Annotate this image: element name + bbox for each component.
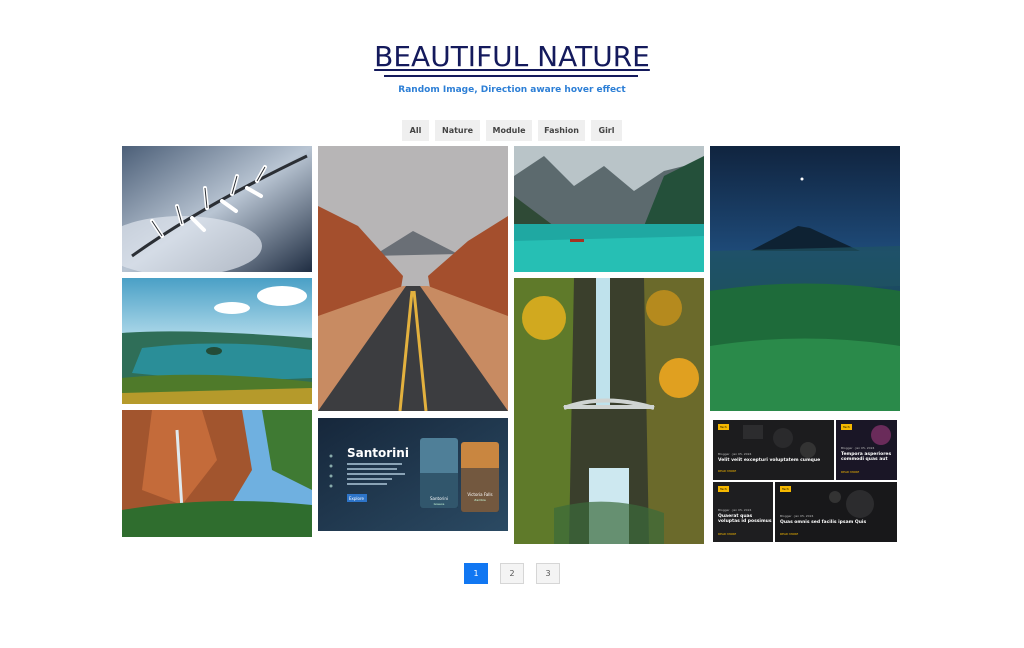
filter-nature-button[interactable]: Nature bbox=[435, 120, 480, 141]
blog-card-3[interactable]: Tech Blogger · Jan 05, 2024 Quaerat quas… bbox=[713, 482, 773, 542]
gallery-image-canyon-waterfall[interactable] bbox=[122, 410, 312, 537]
filter-fashion-button[interactable]: Fashion bbox=[538, 120, 585, 141]
blog-card-2-link[interactable]: READ MORE bbox=[841, 470, 859, 474]
page-title: BEAUTIFUL NATURE bbox=[374, 40, 650, 73]
santorini-card-a-title: Santorini bbox=[430, 496, 448, 501]
blog-card-2-tag: Tech bbox=[841, 424, 852, 430]
blog-card-1-title: Velit velit excepturi voluptatem cumque bbox=[718, 458, 821, 463]
gallery-image-desert-road[interactable] bbox=[318, 146, 508, 411]
page-3-button[interactable]: 3 bbox=[536, 563, 560, 584]
gallery-image-waterfall-bridge[interactable] bbox=[514, 278, 704, 544]
blog-card-4-tag: Tech bbox=[780, 486, 791, 492]
page-1-button[interactable]: 1 bbox=[464, 563, 488, 584]
blog-card-4-link[interactable]: READ MORE bbox=[780, 532, 798, 536]
blog-card-1-tag: Tech bbox=[718, 424, 729, 430]
blog-card-2-meta: Blogger · Jan 05, 2024 bbox=[841, 446, 875, 450]
pagination: 1 2 3 bbox=[0, 563, 1024, 584]
page-subtitle: Random Image, Direction aware hover effe… bbox=[398, 85, 626, 95]
blog-card-3-title: Quaerat quas voluptas id possimus bbox=[718, 514, 772, 524]
gallery-image-blog-collage[interactable]: Tech Blogger · Jan 05, 2024 Velit velit … bbox=[710, 418, 900, 543]
santorini-card-a-sub: Greece bbox=[433, 502, 445, 506]
gallery-image-snowy-branch[interactable] bbox=[122, 146, 312, 272]
gallery-image-mountain-lake[interactable] bbox=[514, 146, 704, 272]
santorini-explore-button[interactable]: Explore bbox=[349, 496, 364, 501]
blog-card-3-tag: Tech bbox=[718, 486, 729, 492]
blog-card-3-meta: Blogger · Jan 05, 2024 bbox=[718, 508, 752, 512]
blog-card-2-title: Tempora asperiores commodi quas aut bbox=[841, 452, 892, 462]
blog-card-4-meta: Blogger · Jan 05, 2024 bbox=[780, 514, 814, 518]
gallery-image-lake-island[interactable] bbox=[122, 278, 312, 404]
blog-card-4[interactable]: Tech Blogger · Jan 05, 2024 Quas omnis s… bbox=[775, 482, 897, 542]
blog-card-3-link[interactable]: READ MORE bbox=[718, 532, 736, 536]
blog-card-4-title: Quas omnis sed facilis ipsam Quis bbox=[780, 520, 867, 525]
filter-bar: All Nature Module Fashion Girl bbox=[0, 120, 1024, 141]
santorini-card-b-sub: Zambia bbox=[474, 498, 486, 502]
blog-card-1-link[interactable]: READ MORE bbox=[718, 469, 736, 473]
gallery-image-night-mountain[interactable] bbox=[710, 146, 900, 411]
santorini-card-b-title: Victoria Falls bbox=[467, 492, 493, 497]
filter-girl-button[interactable]: Girl bbox=[591, 120, 622, 141]
blog-card-1-meta: Blogger · Jan 05, 2024 bbox=[718, 452, 752, 456]
filter-all-button[interactable]: All bbox=[402, 120, 429, 141]
santorini-heading: Santorini bbox=[347, 446, 409, 460]
title-double-rule bbox=[384, 75, 638, 77]
page-2-button[interactable]: 2 bbox=[500, 563, 524, 584]
blog-card-1[interactable]: Tech Blogger · Jan 05, 2024 Velit velit … bbox=[713, 420, 834, 480]
blog-card-2[interactable]: Tech Blogger · Jan 05, 2024 Tempora aspe… bbox=[836, 420, 897, 480]
filter-module-button[interactable]: Module bbox=[486, 120, 532, 141]
gallery-image-santorini-ui[interactable]: Santorini Explore Santorini Greece Victo… bbox=[318, 418, 508, 531]
